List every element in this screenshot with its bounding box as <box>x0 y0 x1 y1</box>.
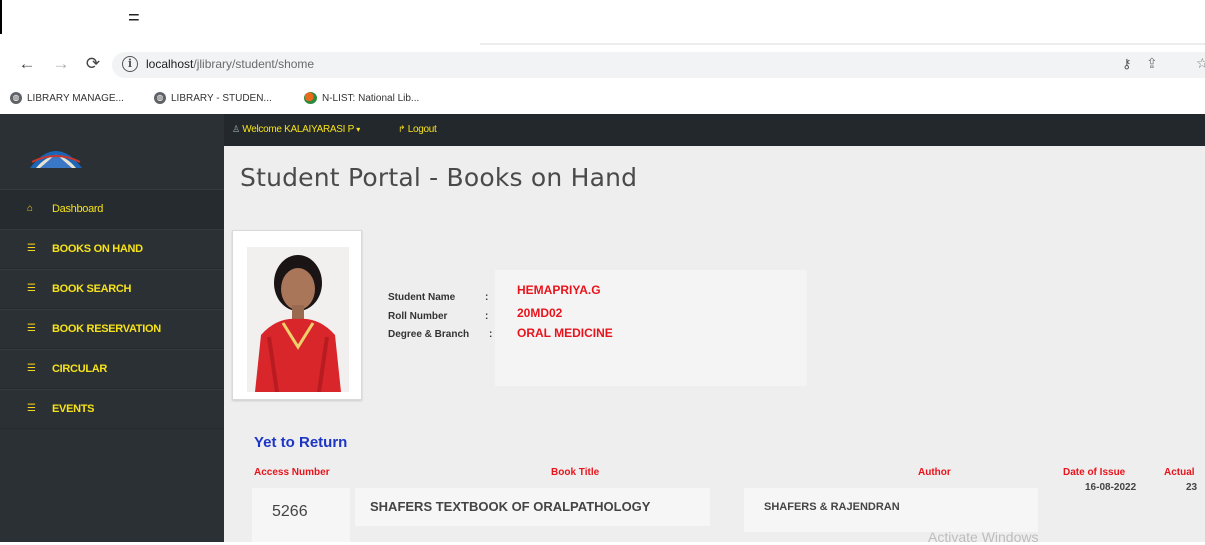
nlist-icon <box>304 92 317 105</box>
logout-label: Logout <box>407 124 437 135</box>
welcome-label: Welcome KALAIYARASI P <box>242 124 354 135</box>
welcome-dropdown[interactable]: ♙ Welcome KALAIYARASI P ▾ <box>232 124 360 135</box>
bookmark-label: LIBRARY MANAGE... <box>27 93 124 104</box>
bookmark-nlist[interactable]: N-LIST: National Lib... <box>304 90 419 108</box>
top-navbar <box>224 114 1205 146</box>
colon: : <box>489 329 493 340</box>
col-book-title: Book Title <box>551 467 600 478</box>
sidebar-item-label: EVENTS <box>52 403 95 415</box>
logout-arrow-icon: ↱ <box>398 124 406 134</box>
reload-icon[interactable]: ⟳ <box>82 53 104 75</box>
url-host: localhost <box>146 57 194 71</box>
table-cell-date-issue: 16-08-2022 <box>1085 482 1137 493</box>
home-icon: ⌂ <box>27 203 34 214</box>
col-access-number: Access Number <box>254 467 330 478</box>
list-icon: ☰ <box>27 323 36 334</box>
star-icon[interactable]: ☆ <box>1196 55 1205 72</box>
active-tab-gap <box>240 43 480 46</box>
sidebar-item-circular[interactable]: ☰ CIRCULAR <box>0 349 224 389</box>
degree-branch-value: ORAL MEDICINE <box>517 326 613 340</box>
college-logo[interactable] <box>28 140 84 170</box>
table-cell-title: SHAFERS TEXTBOOK OF ORALPATHOLOGY <box>370 499 651 514</box>
page-title: Student Portal - Books on Hand <box>240 163 638 192</box>
sidebar-item-label: CIRCULAR <box>52 363 108 375</box>
degree-branch-label: Degree & Branch: <box>388 329 492 340</box>
student-name-value: HEMAPRIYA.G <box>517 283 601 297</box>
window-edge <box>0 0 2 34</box>
globe-icon: ◍ <box>10 92 22 105</box>
sidebar-item-label: BOOK SEARCH <box>52 283 132 295</box>
sidebar-item-books-on-hand[interactable]: ☰ BOOKS ON HAND <box>0 229 224 269</box>
bookmark-label: LIBRARY - STUDEN... <box>171 93 272 104</box>
back-arrow-icon[interactable]: ← <box>16 53 38 75</box>
sidebar-item-book-search[interactable]: ☰ BOOK SEARCH <box>0 269 224 309</box>
sidebar-item-dashboard[interactable]: ⌂ Dashboard <box>0 189 224 229</box>
yet-to-return-heading: Yet to Return <box>254 434 348 451</box>
caret-down-icon: ▾ <box>356 125 360 134</box>
sidebar-item-events[interactable]: ☰ EVENTS <box>0 389 224 429</box>
bookmark-label: N-LIST: National Lib... <box>322 93 420 104</box>
label-text: Degree & Branch <box>388 329 470 340</box>
roll-number-value: 20MD02 <box>517 306 563 320</box>
url-text[interactable]: localhost/jlibrary/student/shome <box>146 57 314 71</box>
table-cell-actual: 23 <box>1186 482 1198 493</box>
globe-icon: ◍ <box>154 92 166 105</box>
tab-menu-icon[interactable]: = <box>128 8 148 28</box>
sidebar-item-label: Dashboard <box>52 203 104 215</box>
sidebar-item-label: BOOK RESERVATION <box>52 323 161 335</box>
list-icon: ☰ <box>27 283 36 294</box>
site-info-icon[interactable]: i <box>122 56 138 72</box>
student-photo <box>247 247 349 392</box>
logout-link[interactable]: ↱ Logout <box>398 124 437 135</box>
key-icon[interactable]: ⚷ <box>1122 56 1132 72</box>
colon: : <box>485 311 489 322</box>
colon: : <box>485 292 489 303</box>
list-icon: ☰ <box>27 243 36 254</box>
url-path: /jlibrary/student/shome <box>193 57 315 71</box>
list-icon: ☰ <box>27 403 36 414</box>
user-icon: ♙ <box>232 124 240 134</box>
sidebar-item-label: BOOKS ON HAND <box>52 243 143 255</box>
browser-tab-strip <box>0 0 1205 46</box>
col-date-of-issue: Date of Issue <box>1063 467 1126 478</box>
student-name-label: Student Name: <box>388 292 488 303</box>
activate-windows-watermark: Activate Windows <box>928 529 1039 545</box>
list-icon: ☰ <box>27 363 36 374</box>
table-cell-author: SHAFERS & RAJENDRAN <box>764 501 900 513</box>
label-text: Student Name <box>388 292 456 303</box>
roll-number-label: Roll Number: <box>388 311 488 322</box>
forward-arrow-icon[interactable]: → <box>50 53 72 75</box>
col-author: Author <box>918 467 951 478</box>
table-cell-access: 5266 <box>272 503 308 520</box>
col-actual: Actual <box>1164 467 1195 478</box>
sidebar-item-book-reservation[interactable]: ☰ BOOK RESERVATION <box>0 309 224 349</box>
label-text: Roll Number <box>388 311 448 322</box>
share-icon[interactable]: ⇪ <box>1146 55 1158 72</box>
bookmark-library-manage[interactable]: ◍ LIBRARY MANAGE... <box>10 90 124 108</box>
bookmark-library-student[interactable]: ◍ LIBRARY - STUDEN... <box>154 90 272 108</box>
